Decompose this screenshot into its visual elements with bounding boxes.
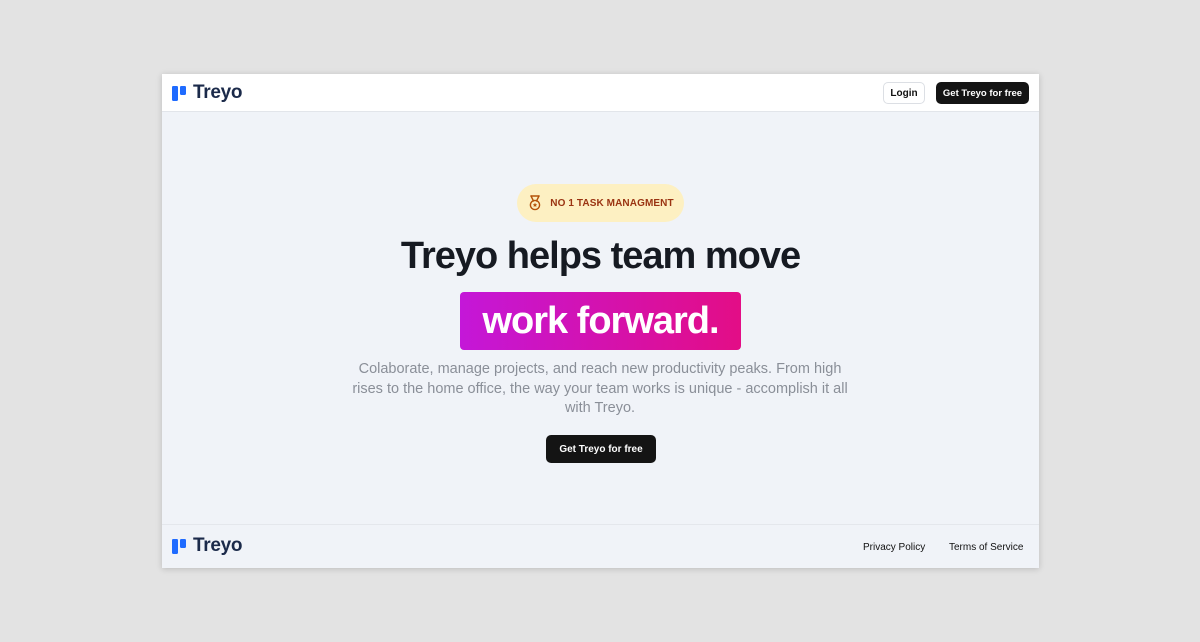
highlight-text: work forward. xyxy=(482,300,719,342)
get-treyo-free-nav-button[interactable]: Get Treyo for free xyxy=(936,82,1029,104)
badge-text: NO 1 TASK MANAGMENT xyxy=(550,197,674,209)
rank-badge: NO 1 TASK MANAGMENT xyxy=(517,184,684,222)
footer: Treyo Privacy Policy Terms of Service xyxy=(162,524,1039,568)
privacy-policy-link[interactable]: Privacy Policy xyxy=(863,542,925,553)
treyo-logo-icon xyxy=(172,538,186,554)
headline-highlight: work forward. xyxy=(460,292,741,350)
footer-brand-logo[interactable]: Treyo xyxy=(172,535,243,557)
hero-description: Colaborate, manage projects, and reach n… xyxy=(352,361,848,416)
medal-icon xyxy=(529,195,541,211)
brand-name: Treyo xyxy=(193,82,243,103)
get-treyo-free-hero-button[interactable]: Get Treyo for free xyxy=(546,435,656,463)
terms-of-service-link[interactable]: Terms of Service xyxy=(949,542,1023,553)
navbar: Treyo Login Get Treyo for free xyxy=(162,74,1039,112)
browser-window: Treyo Login Get Treyo for free NO 1 TASK… xyxy=(162,74,1039,568)
hero-headline: Treyo helps team move xyxy=(400,235,801,277)
login-button[interactable]: Login xyxy=(883,82,925,104)
footer-brand-name: Treyo xyxy=(193,535,243,556)
treyo-logo-icon xyxy=(172,85,186,101)
brand-logo[interactable]: Treyo xyxy=(172,82,243,104)
